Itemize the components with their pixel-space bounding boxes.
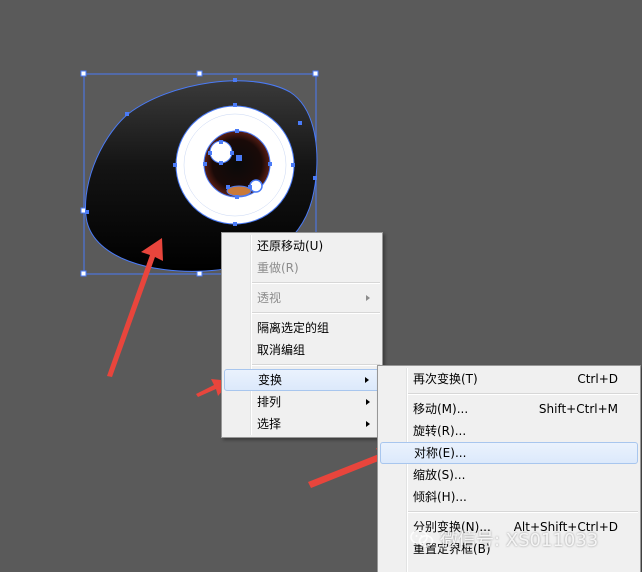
- menu-item[interactable]: 还原移动(U): [224, 235, 380, 257]
- menu-item-label: 倾斜(H)...: [413, 490, 467, 504]
- menu-item[interactable]: 旋转(R)...: [380, 420, 638, 442]
- submenu-arrow-icon: [366, 421, 370, 427]
- menu-item-label: 再次变换(T): [413, 372, 478, 386]
- menu-item[interactable]: 移动(M)... Shift+Ctrl+M: [380, 398, 638, 420]
- menu-item-label: 旋转(R)...: [413, 424, 467, 438]
- menu-item-label: 重做(R): [257, 261, 299, 275]
- menu-separator: [252, 282, 380, 284]
- menu-item[interactable]: 再次变换(T) Ctrl+D: [380, 368, 638, 390]
- menu-item-label: 透视: [257, 291, 282, 305]
- menu-item[interactable]: 选择: [224, 413, 380, 435]
- menu-separator: [408, 511, 638, 513]
- menu-item-label: 缩放(S)...: [413, 468, 466, 482]
- menu-item-label: 隔离选定的组: [257, 321, 330, 335]
- menu-item-label: 取消编组: [257, 343, 306, 357]
- menu-item-label: 排列: [257, 395, 282, 409]
- menu-item[interactable]: 倾斜(H)...: [380, 486, 638, 508]
- menu-separator: [408, 393, 638, 395]
- submenu-arrow-icon: [366, 399, 370, 405]
- context-menu: 还原移动(U) 重做(R) 透视隔离选定的组 取消编组变换排列选择: [221, 232, 383, 438]
- artboard-canvas[interactable]: 还原移动(U) 重做(R) 透视隔离选定的组 取消编组变换排列选择 再次变换(T) Ct…: [0, 0, 642, 572]
- menu-item[interactable]: 缩放(S)...: [380, 464, 638, 486]
- menu-item-label: 选择: [257, 417, 282, 431]
- menu-item-shortcut: Shift+Ctrl+M: [538, 402, 618, 416]
- menu-item-shortcut: Ctrl+D: [577, 372, 618, 386]
- submenu-arrow-icon: [365, 377, 369, 383]
- menu-item: 重做(R): [224, 257, 380, 279]
- menu-separator: [252, 312, 380, 314]
- wechat-icon: [410, 529, 434, 547]
- menu-item-label: 移动(M)...: [413, 402, 469, 416]
- menu-item[interactable]: 排列: [224, 391, 380, 413]
- submenu-arrow-icon: [366, 295, 370, 301]
- menu-item-label: 对称(E)...: [414, 446, 467, 460]
- menu-item[interactable]: 隔离选定的组: [224, 317, 380, 339]
- watermark-text: 微信号: XS011033: [440, 530, 599, 551]
- menu-separator: [252, 364, 380, 366]
- watermark: 微信号: XS011033: [410, 527, 598, 551]
- menu-item[interactable]: 取消编组: [224, 339, 380, 361]
- menu-item[interactable]: 对称(E)...: [380, 442, 638, 464]
- menu-item-label: 变换: [258, 373, 283, 387]
- menu-item-label: 还原移动(U): [257, 239, 324, 253]
- menu-item[interactable]: 变换: [224, 369, 380, 391]
- menu-item: 透视: [224, 287, 380, 309]
